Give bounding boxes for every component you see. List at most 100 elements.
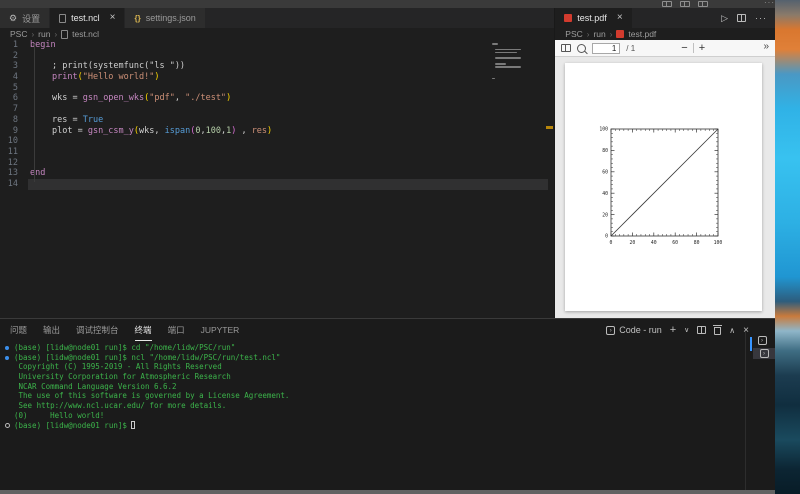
terminal-viewport[interactable]: (base) [lidw@node01 run]$ cd "/home/lidw… bbox=[0, 343, 740, 488]
zoom-controls: − + bbox=[681, 40, 705, 56]
divider bbox=[692, 43, 694, 53]
vscode-window: ··· ⚙ 设置 test.ncl × {} settings.json PSC… bbox=[0, 0, 800, 494]
terminal-line-4: University Corporation for Atmospheric R… bbox=[0, 372, 740, 382]
svg-text:80: 80 bbox=[694, 240, 700, 246]
tab-label: test.ncl bbox=[71, 13, 100, 23]
overview-ruler-warning-marker bbox=[546, 126, 554, 129]
split-editor-icon[interactable] bbox=[737, 14, 746, 22]
command-decoration-icon[interactable] bbox=[5, 355, 9, 360]
code-line-13[interactable]: 13 end bbox=[0, 168, 554, 179]
new-terminal-icon[interactable]: + bbox=[670, 324, 676, 336]
toolbar-overflow-icon[interactable]: » bbox=[763, 41, 769, 52]
search-icon[interactable] bbox=[577, 43, 587, 53]
tab-settings-json[interactable]: {} settings.json bbox=[125, 8, 206, 28]
layout-panel-icon[interactable] bbox=[680, 1, 690, 7]
tab-test-pdf[interactable]: test.pdf × bbox=[555, 8, 633, 28]
breadcrumb-item-run[interactable]: run bbox=[593, 29, 605, 39]
kill-terminal-icon[interactable] bbox=[713, 325, 723, 335]
svg-text:20: 20 bbox=[603, 212, 609, 218]
terminal-icon: › bbox=[759, 349, 769, 358]
svg-text:60: 60 bbox=[673, 240, 679, 246]
gear-icon: ⚙ bbox=[9, 12, 18, 23]
code-line-14[interactable]: 14 bbox=[0, 178, 555, 190]
editor-area: ⚙ 设置 test.ncl × {} settings.json PSC › r… bbox=[0, 8, 775, 318]
minimap[interactable] bbox=[492, 43, 522, 83]
breadcrumb-item-file[interactable]: test.pdf bbox=[628, 29, 656, 39]
close-icon[interactable]: × bbox=[617, 13, 623, 23]
active-shell-badge[interactable]: › Code - run bbox=[606, 325, 662, 335]
run-icon[interactable]: ▷ bbox=[721, 13, 728, 24]
terminal-line-1: (base) [lidw@node01 run]$ cd "/home/lidw… bbox=[0, 343, 740, 353]
layout-secondary-sidebar-icon[interactable] bbox=[698, 1, 708, 7]
shell-label: Code - run bbox=[619, 325, 662, 335]
code-text: end bbox=[30, 168, 46, 179]
terminal-cursor bbox=[131, 420, 136, 429]
breadcrumb-item-file[interactable]: test.ncl bbox=[72, 29, 99, 39]
maximize-panel-icon[interactable]: ∧ bbox=[729, 326, 735, 335]
code-line-10[interactable]: 10 bbox=[0, 136, 554, 147]
code-text: ; print(systemfunc("ls ")) bbox=[52, 61, 186, 72]
terminal-line-2: (base) [lidw@node01 run]$ ncl "/home/lid… bbox=[0, 353, 740, 363]
panel-tab-debug-console[interactable]: 调试控制台 bbox=[76, 319, 119, 341]
line-number: 9 bbox=[12, 125, 18, 136]
chevron-right-icon: › bbox=[586, 29, 590, 39]
titlebar-more-icon[interactable]: ··· bbox=[764, 0, 775, 7]
terminal-text: University Corporation for Atmospheric R… bbox=[14, 372, 231, 382]
more-actions-icon[interactable]: ··· bbox=[755, 13, 767, 23]
terminal-line-5: NCAR Command Language Version 6.6.2 bbox=[0, 382, 740, 392]
terminal-icon: › bbox=[757, 336, 767, 345]
code-text: plot = gsn_csm_y(wks, ispan(0,100,1) , r… bbox=[52, 125, 273, 136]
terminal-instance-2-selected[interactable]: › bbox=[753, 348, 775, 359]
minimap-line bbox=[492, 77, 496, 80]
code-line-8[interactable]: 8 res = True bbox=[0, 115, 554, 126]
chevron-down-icon[interactable]: ∨ bbox=[684, 326, 689, 334]
code-editor[interactable]: 1 begin 2 3 ; print(systemfunc("ls ")) 4 print… bbox=[0, 40, 555, 318]
panel-tab-output[interactable]: 输出 bbox=[43, 319, 60, 341]
terminal-instance-1[interactable]: › bbox=[755, 335, 769, 346]
terminal-scroll-indicator bbox=[750, 337, 752, 351]
minimap-line bbox=[495, 57, 522, 59]
breadcrumb-item-psc[interactable]: PSC bbox=[565, 29, 582, 39]
terminal-text: (base) [lidw@node01 run]$ cd "/home/lidw… bbox=[14, 343, 236, 352]
code-line-7[interactable]: 7 bbox=[0, 104, 554, 115]
line-number: 5 bbox=[12, 82, 18, 93]
tab-test-ncl[interactable]: test.ncl × bbox=[50, 8, 126, 28]
panel-tab-ports[interactable]: 端口 bbox=[168, 319, 185, 341]
command-decoration-icon[interactable] bbox=[5, 346, 9, 350]
zoom-in-button[interactable]: + bbox=[699, 42, 705, 54]
panel-tab-jupyter[interactable]: JUPYTER bbox=[201, 319, 240, 341]
page-total-label: / 1 bbox=[626, 43, 636, 53]
panel-actions: › Code - run + ∨ ∧ × bbox=[606, 319, 749, 341]
close-icon[interactable]: × bbox=[110, 13, 116, 23]
breadcrumb-item-run[interactable]: run bbox=[38, 29, 50, 39]
tab-label: test.pdf bbox=[577, 13, 607, 23]
tab-settings-ui[interactable]: ⚙ 设置 bbox=[0, 8, 51, 28]
page-number-input[interactable]: 1 bbox=[592, 42, 621, 54]
line-number: 7 bbox=[12, 104, 18, 115]
pdf-viewer[interactable]: 0 20 40 60 80 100 0 20 40 60 80 100 bbox=[555, 57, 775, 318]
line-number: 2 bbox=[12, 50, 18, 61]
split-terminal-icon[interactable] bbox=[697, 326, 707, 334]
command-decoration-icon[interactable] bbox=[5, 423, 10, 428]
panel-tab-problems[interactable]: 问题 bbox=[10, 319, 27, 341]
svg-text:40: 40 bbox=[603, 191, 609, 197]
code-line-4[interactable]: 4 print("Hello world!") bbox=[0, 72, 554, 83]
svg-text:80: 80 bbox=[603, 148, 609, 154]
code-line-5[interactable]: 5 bbox=[0, 83, 554, 94]
breadcrumb-item-psc[interactable]: PSC bbox=[10, 29, 27, 39]
code-line-1[interactable]: 1 begin bbox=[0, 40, 554, 51]
line-number: 4 bbox=[12, 72, 18, 83]
code-line-6[interactable]: 6 wks = gsn_open_wks("pdf", "./test") bbox=[0, 93, 554, 104]
zoom-out-button[interactable]: − bbox=[681, 42, 687, 54]
pdf-sidebar-toggle-icon[interactable] bbox=[561, 44, 572, 52]
svg-text:60: 60 bbox=[603, 170, 609, 176]
code-line-12[interactable]: 12 bbox=[0, 158, 554, 169]
code-line-11[interactable]: 11 bbox=[0, 147, 554, 158]
code-line-2[interactable]: 2 bbox=[0, 51, 554, 62]
code-line-3[interactable]: 3 ; print(systemfunc("ls ")) bbox=[0, 61, 554, 72]
layout-sidebar-icon[interactable] bbox=[662, 1, 672, 7]
panel-tab-terminal[interactable]: 终端 bbox=[135, 319, 152, 341]
code-line-9[interactable]: 9 plot = gsn_csm_y(wks, ispan(0,100,1) , … bbox=[0, 126, 554, 137]
desktop-wallpaper bbox=[775, 0, 800, 494]
xy-plot: 0 20 40 60 80 100 0 20 40 60 80 100 bbox=[600, 127, 723, 246]
